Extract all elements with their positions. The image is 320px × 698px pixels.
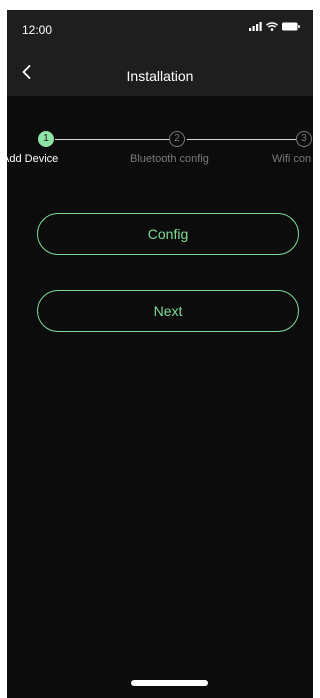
step-3-label: Wifi con — [272, 153, 312, 165]
phone-screen: 12:00 Installation 1 2 3 Add Device Blue… — [7, 10, 313, 698]
nav-bar: Installation — [7, 50, 313, 96]
config-button[interactable]: Config — [37, 213, 299, 255]
system-icons — [249, 22, 300, 31]
step-1-label: Add Device — [7, 153, 59, 165]
step-1-circle: 1 — [38, 131, 54, 147]
step-connector — [187, 139, 296, 140]
home-indicator — [131, 680, 208, 686]
step-2-circle: 2 — [169, 131, 185, 147]
page-title: Installation — [126, 68, 194, 84]
step-connector — [55, 139, 169, 140]
status-time: 12:00 — [22, 23, 53, 37]
next-button[interactable]: Next — [37, 290, 299, 332]
step-3-circle: 3 — [296, 131, 312, 147]
battery-icon — [282, 22, 300, 31]
signal-icon — [249, 22, 262, 31]
wifi-icon — [266, 22, 278, 31]
step-indicator: 1 2 3 Add Device Bluetooth config Wifi c… — [7, 120, 313, 180]
step-2-label: Bluetooth config — [130, 153, 209, 165]
status-bar: 12:00 — [7, 10, 313, 50]
